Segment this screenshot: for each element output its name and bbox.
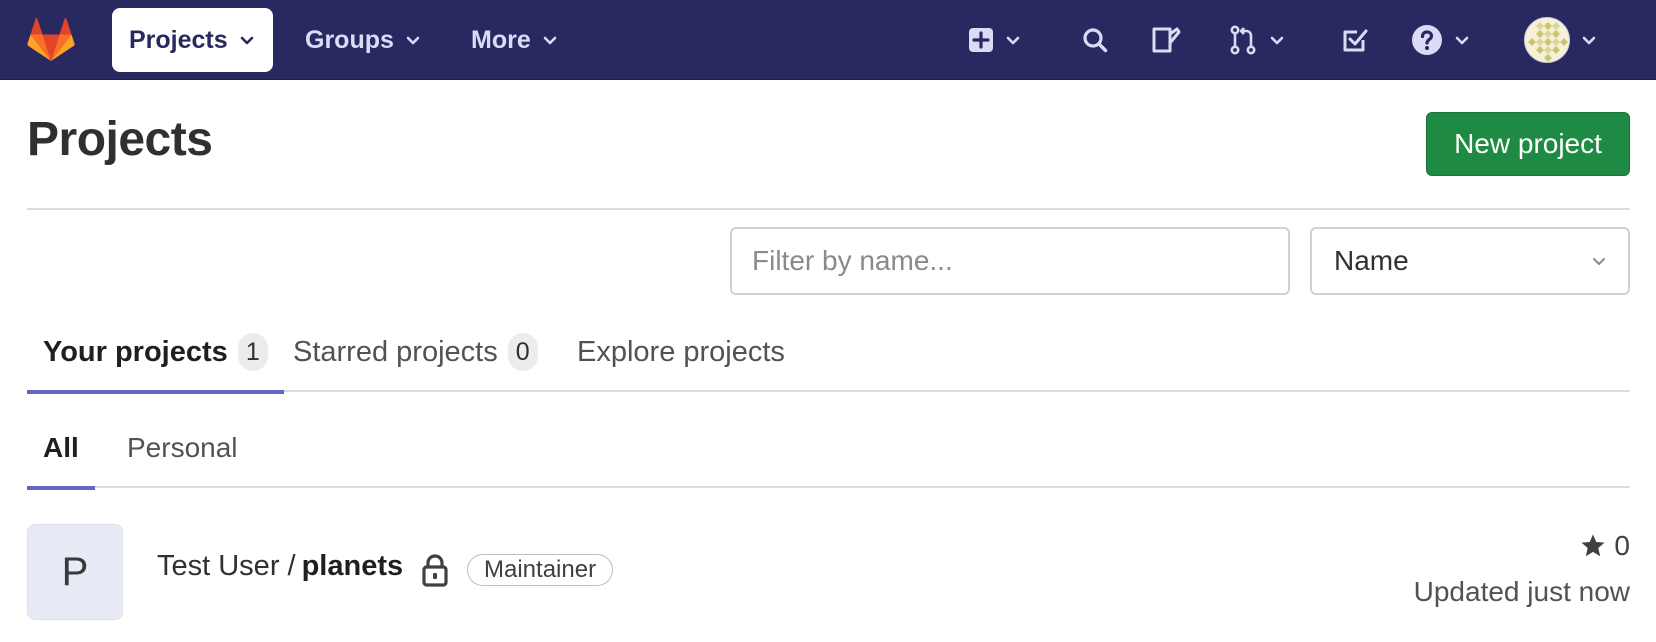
help-icon xyxy=(1412,25,1442,55)
tab-label: Starred projects xyxy=(293,335,498,368)
todo-icon xyxy=(1343,29,1368,52)
tab-label: Your projects xyxy=(43,335,228,368)
chevron-down-icon xyxy=(1582,36,1596,45)
project-list-item[interactable]: P Test User / planets Maintainer 0 Updat… xyxy=(27,520,1630,630)
identicon-icon xyxy=(1525,18,1569,62)
project-namespace: Test User / xyxy=(157,550,296,582)
chevron-down-icon xyxy=(1006,36,1020,45)
more-menu-button[interactable]: More xyxy=(454,8,576,72)
groups-menu-label: Groups xyxy=(305,25,394,54)
user-menu-dropdown[interactable] xyxy=(1524,16,1598,64)
user-avatar xyxy=(1524,17,1570,63)
tab-label: Explore projects xyxy=(577,335,785,368)
updated-timestamp: Updated just now xyxy=(1413,576,1630,607)
projects-menu-button[interactable]: Projects xyxy=(112,8,273,72)
merge-request-icon xyxy=(1230,25,1256,55)
project-tabs: Your projects 1 Starred projects 0 Explo… xyxy=(27,312,1630,394)
groups-menu-button[interactable]: Groups xyxy=(288,8,439,72)
more-menu-label: More xyxy=(471,25,531,54)
issues-icon xyxy=(1152,27,1181,53)
star-count-value: 0 xyxy=(1614,530,1630,561)
role-badge: Maintainer xyxy=(467,554,614,586)
todos-button[interactable] xyxy=(1341,20,1369,60)
project-name: planets xyxy=(301,550,404,582)
search-button[interactable] xyxy=(1082,20,1108,60)
count-badge: 0 xyxy=(507,333,538,371)
new-project-button[interactable]: New project xyxy=(1426,112,1630,176)
new-item-dropdown[interactable] xyxy=(968,20,1022,60)
chevron-down-icon xyxy=(1455,36,1469,45)
top-navbar: Projects Groups More xyxy=(0,0,1656,80)
help-dropdown[interactable] xyxy=(1411,20,1471,60)
subtab-personal[interactable]: Personal xyxy=(111,408,254,488)
chevron-down-icon xyxy=(1270,36,1284,45)
subtab-all[interactable]: All xyxy=(27,408,95,490)
page-title: Projects xyxy=(27,113,213,166)
chevron-down-icon xyxy=(1593,258,1605,265)
star-count[interactable]: 0 xyxy=(1580,530,1630,562)
plus-square-icon xyxy=(969,28,993,52)
merge-requests-dropdown[interactable] xyxy=(1228,20,1286,60)
tab-explore-projects[interactable]: Explore projects xyxy=(561,312,801,392)
search-icon xyxy=(1083,28,1108,53)
issues-button[interactable] xyxy=(1151,20,1181,60)
gitlab-logo-icon[interactable] xyxy=(26,16,76,62)
lock-icon xyxy=(422,554,448,587)
count-badge: 1 xyxy=(237,333,268,371)
filter-by-name-input[interactable] xyxy=(730,227,1290,295)
sort-dropdown[interactable]: Name xyxy=(1310,227,1630,295)
project-avatar[interactable]: P xyxy=(27,524,123,620)
tab-your-projects[interactable]: Your projects 1 xyxy=(27,312,284,394)
tab-starred-projects[interactable]: Starred projects 0 xyxy=(277,312,554,392)
sort-dropdown-value: Name xyxy=(1334,245,1409,276)
chevron-down-icon xyxy=(406,36,420,45)
project-title-link[interactable]: Test User / planets xyxy=(157,550,403,583)
star-icon xyxy=(1581,534,1605,557)
projects-menu-label: Projects xyxy=(129,25,228,54)
project-subtabs: All Personal xyxy=(27,408,1630,490)
chevron-down-icon xyxy=(543,36,557,45)
header-divider xyxy=(27,208,1630,210)
chevron-down-icon xyxy=(240,36,253,45)
